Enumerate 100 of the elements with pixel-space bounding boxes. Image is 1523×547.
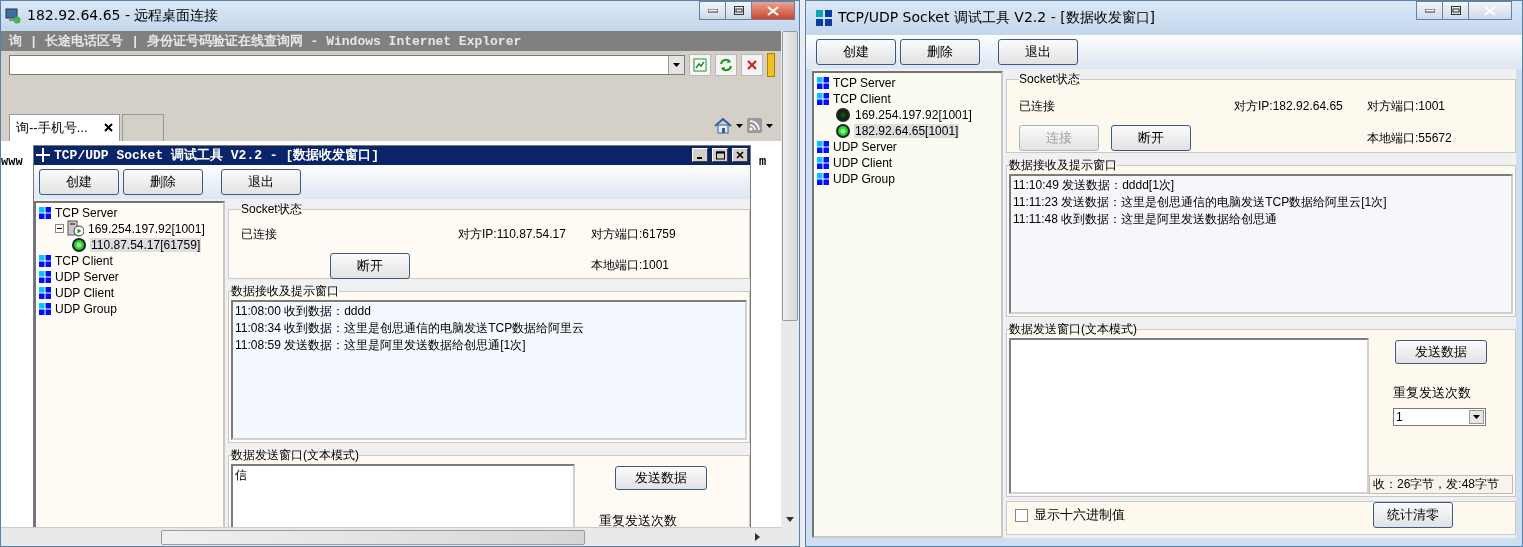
caret-icon <box>766 123 773 128</box>
tree-item[interactable]: 169.254.197.92[1001] <box>87 221 206 236</box>
hex-checkbox[interactable] <box>1015 508 1028 522</box>
home-icon[interactable] <box>714 117 732 134</box>
app-icon <box>36 148 50 163</box>
tree-item[interactable]: UDP Server <box>54 269 120 284</box>
peer-port: 对方端口:61759 <box>591 225 677 243</box>
tree-item[interactable]: TCP Server <box>832 76 897 90</box>
browser-tab[interactable]: 询--手机号... <box>9 113 120 141</box>
page-text: www. <box>1 154 25 169</box>
send-button[interactable]: 发送数据 <box>615 465 707 490</box>
close-icon <box>767 5 779 16</box>
grid-icon <box>817 157 829 169</box>
restore-button[interactable] <box>725 1 752 20</box>
grid-icon <box>817 173 829 185</box>
maximize-button[interactable] <box>712 148 728 163</box>
close-icon <box>746 58 758 71</box>
app-title: TCP/UDP Socket 调试工具 V2.2 - [数据收发窗口] <box>54 146 381 165</box>
scroll-down-icon[interactable] <box>786 517 794 522</box>
tree-item[interactable]: 182.92.64.65[1001] <box>854 124 960 138</box>
grid-icon <box>39 254 51 267</box>
tree-item[interactable]: UDP Server <box>832 140 898 154</box>
toolbar-button[interactable]: 退出 <box>221 168 301 195</box>
log-line: 11:10:49 发送数据：dddd[1次] <box>1013 177 1176 194</box>
send-field[interactable] <box>1009 338 1369 494</box>
restore-icon <box>733 6 744 15</box>
stop-button[interactable] <box>741 53 763 76</box>
socket-button[interactable]: 断开 <box>330 252 410 279</box>
caret-icon <box>736 123 743 128</box>
send-field[interactable]: 信 <box>231 463 575 528</box>
grid-icon <box>39 286 51 299</box>
grid-icon <box>817 93 829 105</box>
toolbar-button[interactable]: 创建 <box>816 39 896 65</box>
clear-stats-button[interactable]: 统计清零 <box>1373 502 1453 528</box>
log-line: 11:11:23 发送数据：这里是创思通信的电脑发送TCP数据给阿里云[1次] <box>1013 194 1388 211</box>
panel-title: 数据发送窗口(文本模式) <box>231 446 359 464</box>
tree-item[interactable]: 110.87.54.17[61759] <box>90 237 202 252</box>
feed-icon[interactable] <box>747 118 762 134</box>
vertical-scrollbar[interactable] <box>781 31 799 546</box>
toolbar-button[interactable]: 创建 <box>39 168 119 195</box>
caret-icon <box>1473 415 1480 419</box>
browser-title: 询 | 长途电话区号 | 身份证号码验证在线查询网 - Windows Internet Explorer <box>1 31 781 51</box>
tree-item[interactable]: UDP Client <box>832 156 894 170</box>
address-field[interactable] <box>9 54 685 75</box>
grid-icon <box>39 206 51 219</box>
grid-icon <box>39 270 51 283</box>
computer-icon <box>67 220 84 238</box>
peer-port: 对方端口:1001 <box>1367 98 1447 115</box>
tree-item[interactable]: UDP Client <box>54 285 116 300</box>
window-title: 182.92.64.65 - 远程桌面连接 <box>27 7 220 25</box>
tree-item[interactable]: TCP Client <box>54 253 114 268</box>
restore-button[interactable] <box>1442 1 1469 20</box>
panel-title: 数据接收及提示窗口 <box>1009 157 1117 174</box>
byte-stats: 收：26字节，发:48字节 <box>1369 475 1513 494</box>
log-line: 11:08:59 发送数据：这里是阿里发送数据给创思通[1次] <box>235 336 527 354</box>
scroll-right-icon[interactable] <box>755 533 761 542</box>
caret-icon <box>673 62 680 67</box>
collapse-icon[interactable] <box>55 224 64 234</box>
panel-title: 数据接收及提示窗口 <box>231 282 339 300</box>
close-icon[interactable] <box>103 123 113 133</box>
refresh-button[interactable] <box>715 53 737 76</box>
repeat-count-label: 重复发送次数 <box>1393 384 1471 402</box>
panel-title: 数据发送窗口(文本模式) <box>1009 321 1137 338</box>
tree-item[interactable]: 169.254.197.92[1001] <box>854 108 973 122</box>
refresh-icon <box>719 57 733 72</box>
app-icon <box>816 10 832 26</box>
tree-item[interactable]: TCP Server <box>54 205 119 220</box>
close-icon <box>736 151 744 160</box>
peer-ip: 对方IP:182.92.64.65 <box>1234 98 1344 115</box>
toolbar-button[interactable]: 退出 <box>998 39 1078 65</box>
search-box-edge <box>767 52 775 77</box>
page-chart-icon <box>693 57 707 72</box>
toolbar-button[interactable]: 删除 <box>900 39 980 65</box>
window-title: TCP/UDP Socket 调试工具 V2.2 - [数据收发窗口] <box>838 9 1157 27</box>
tree-item[interactable]: TCP Client <box>832 92 892 106</box>
grid-icon <box>817 141 829 153</box>
repeat-count-dropdown[interactable]: 1 <box>1393 408 1486 426</box>
compat-view-button[interactable] <box>689 53 711 76</box>
connection-status: 已连接 <box>241 225 278 243</box>
toolbar-button[interactable]: 删除 <box>123 168 203 195</box>
horizontal-scrollbar[interactable] <box>1 527 781 546</box>
minimize-icon <box>1424 8 1435 13</box>
log-line: 11:08:34 收到数据：这里是创思通信的电脑发送TCP数据给阿里云 <box>235 319 586 337</box>
page-text: m <box>759 154 768 169</box>
log-line: 11:11:48 收到数据：这里是阿里发送数据给创思通 <box>1013 211 1279 228</box>
connection-status: 已连接 <box>1019 98 1056 115</box>
hex-checkbox-label: 显示十六进制值 <box>1034 506 1125 524</box>
repeat-count-label: 重复发送次数 <box>599 511 677 528</box>
restore-icon <box>1450 6 1461 15</box>
minimize-icon <box>707 8 718 13</box>
tree-item[interactable]: UDP Group <box>832 172 896 186</box>
log-line: 11:08:00 收到数据：dddd <box>235 302 372 320</box>
peer-ip: 对方IP:110.87.54.17 <box>458 225 567 243</box>
socket-button[interactable]: 断开 <box>1111 125 1191 151</box>
panel-title: Socket状态 <box>1019 71 1080 88</box>
tree-item[interactable]: UDP Group <box>54 301 118 316</box>
dropdown-button[interactable] <box>668 55 684 74</box>
local-port: 本地端口:55672 <box>1367 129 1453 147</box>
send-button[interactable]: 发送数据 <box>1395 340 1487 364</box>
panel-title: Socket状态 <box>241 200 302 218</box>
